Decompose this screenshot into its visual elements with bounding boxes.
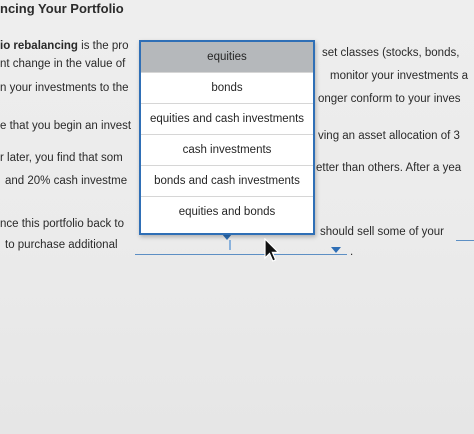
paragraph-line-3-right: onger conform to your inves	[318, 93, 461, 105]
paragraph-line-5: r later, you find that som	[0, 152, 123, 164]
text-caret	[229, 240, 231, 250]
paragraph-line-2-right: monitor your investments a	[330, 70, 469, 82]
paragraph-line-1-right: set classes (stocks, bonds,	[322, 47, 460, 59]
paragraph-line-4-right: ving an asset allocation of 3	[318, 130, 460, 142]
dropdown-option-cash-investments[interactable]: cash investments	[141, 135, 313, 166]
sentence-period: .	[350, 246, 354, 258]
paragraph-line-7: nce this portfolio back to	[0, 218, 125, 230]
dropdown-select-2[interactable]	[135, 254, 347, 255]
dropdown-list[interactable]: equities bonds equities and cash investm…	[139, 40, 315, 235]
chevron-down-icon[interactable]	[331, 247, 341, 253]
dropdown-option-equities[interactable]: equities	[141, 42, 313, 73]
mouse-pointer-icon	[264, 238, 280, 262]
paragraph-line-3: n your investments to the	[0, 82, 129, 94]
dropdown-option-equities-and-bonds[interactable]: equities and bonds	[141, 197, 313, 228]
paragraph-line-7-right: should sell some of your	[320, 226, 445, 238]
paragraph-line-2: nt change in the value of	[0, 58, 126, 70]
answer-blank-2[interactable]	[456, 240, 474, 241]
paragraph-line-1: io rebalancing is the pro	[0, 40, 128, 52]
page-title: ncing Your Portfolio	[0, 1, 124, 16]
dropdown-option-bonds-and-cash[interactable]: bonds and cash investments	[141, 166, 313, 197]
paragraph-text: is the pro	[77, 40, 129, 52]
dropdown-option-equities-and-cash[interactable]: equities and cash investments	[141, 104, 313, 135]
paragraph-line-8: to purchase additional	[5, 239, 118, 251]
paragraph-line-5-right: etter than others. After a yea	[316, 162, 462, 174]
paragraph-line-6: and 20% cash investme	[5, 175, 128, 187]
bold-term: io rebalancing	[0, 40, 78, 52]
paragraph-line-4: e that you begin an invest	[0, 120, 132, 132]
dropdown-option-bonds[interactable]: bonds	[141, 73, 313, 104]
